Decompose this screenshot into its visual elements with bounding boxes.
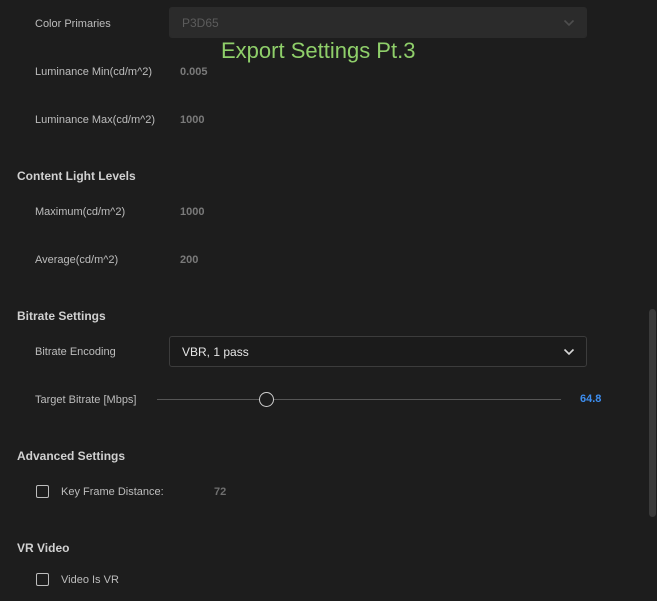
video-is-vr-label: Video Is VR	[61, 574, 119, 586]
scrollbar[interactable]	[649, 309, 656, 517]
maximum-label: Maximum(cd/m^2)	[35, 206, 126, 218]
video-is-vr-checkbox[interactable]	[36, 573, 49, 586]
chevron-down-icon	[563, 348, 575, 355]
color-primaries-value: P3D65	[182, 15, 219, 30]
color-primaries-dropdown[interactable]: P3D65	[169, 7, 587, 38]
key-frame-distance-value[interactable]: 72	[214, 486, 226, 498]
luminance-min-value[interactable]: 0.005	[180, 66, 208, 78]
advanced-settings-heading: Advanced Settings	[17, 449, 126, 463]
slider-track	[157, 399, 561, 400]
average-label: Average(cd/m^2)	[35, 254, 119, 266]
bitrate-encoding-label: Bitrate Encoding	[35, 346, 116, 358]
maximum-value[interactable]: 1000	[180, 206, 204, 218]
overlay-title: Export Settings Pt.3	[221, 38, 416, 63]
target-bitrate-slider[interactable]	[157, 392, 561, 407]
luminance-max-label: Luminance Max(cd/m^2)	[35, 114, 156, 126]
key-frame-distance-label: Key Frame Distance:	[61, 486, 164, 498]
target-bitrate-value[interactable]: 64.8	[580, 393, 601, 405]
vr-video-heading: VR Video	[17, 541, 70, 555]
bitrate-settings-heading: Bitrate Settings	[17, 309, 106, 323]
color-primaries-label: Color Primaries	[35, 18, 111, 30]
bitrate-encoding-dropdown[interactable]: VBR, 1 pass	[169, 336, 587, 367]
average-value[interactable]: 200	[180, 254, 198, 266]
luminance-min-label: Luminance Min(cd/m^2)	[35, 66, 153, 78]
content-light-levels-heading: Content Light Levels	[17, 169, 136, 183]
chevron-down-icon	[563, 19, 575, 26]
luminance-max-value[interactable]: 1000	[180, 114, 204, 126]
target-bitrate-label: Target Bitrate [Mbps]	[35, 394, 137, 406]
key-frame-distance-checkbox[interactable]	[36, 485, 49, 498]
slider-thumb[interactable]	[259, 392, 274, 407]
bitrate-encoding-value: VBR, 1 pass	[182, 344, 249, 359]
